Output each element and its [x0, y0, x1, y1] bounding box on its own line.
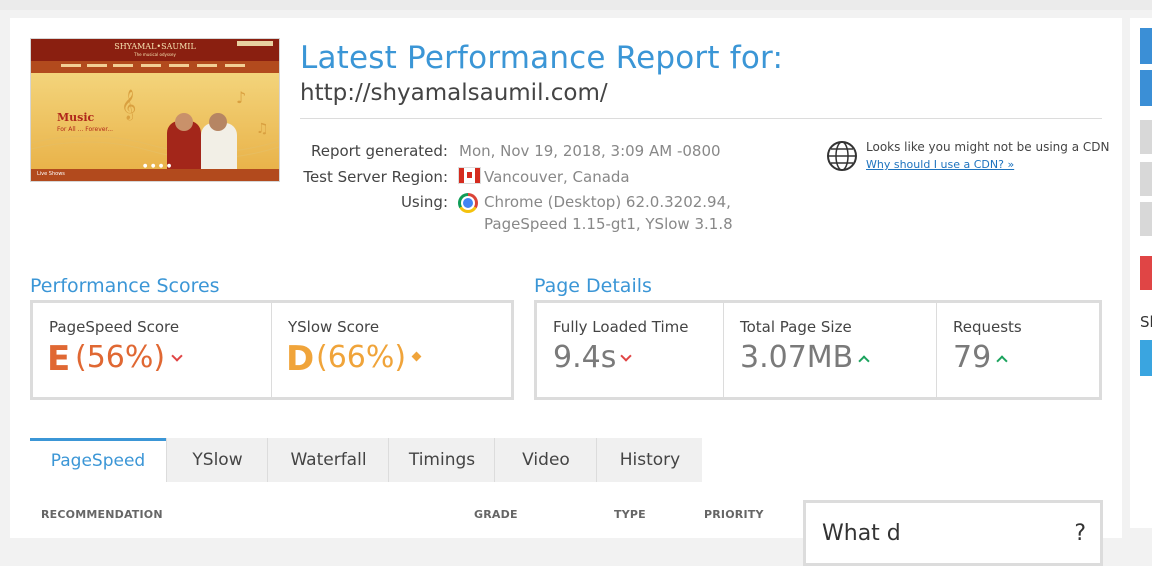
page-details-title: Page Details: [534, 275, 652, 297]
server-region-value: Vancouver, Canada: [484, 168, 630, 186]
requests-label: Requests: [953, 318, 1022, 336]
sidebar-button-2[interactable]: [1140, 70, 1152, 106]
header-divider: [300, 118, 1102, 119]
cdn-info-link[interactable]: Why should I use a CDN? »: [866, 158, 1014, 171]
fully-loaded-time-label: Fully Loaded Time: [553, 318, 689, 336]
site-screenshot-thumbnail: SHYAMAL•SAUMIL The musical odyssey 𝄞 ♪ ♫…: [30, 38, 280, 182]
yslow-score-label: YSlow Score: [288, 318, 380, 336]
column-header-priority[interactable]: PRIORITY: [704, 508, 764, 521]
browser-version: Chrome (Desktop) 62.0.3202.94,: [484, 193, 731, 211]
total-page-size-value: 3.07MB: [740, 340, 854, 375]
thumb-person-right-head: [209, 113, 227, 131]
chrome-icon: [458, 193, 478, 213]
pagespeed-score-card: PageSpeed Score E (56%): [33, 303, 271, 397]
thumb-person-left-head: [175, 113, 193, 131]
report-tabs: PageSpeed YSlow Waterfall Timings Video …: [30, 438, 702, 482]
sidebar-button-5[interactable]: [1140, 202, 1152, 236]
pagespeed-percent: (56%): [75, 340, 166, 375]
trend-up-icon: [996, 355, 1008, 367]
report-title: Latest Performance Report for:: [300, 40, 784, 76]
tool-versions: PageSpeed 1.15-gt1, YSlow 3.1.8: [484, 215, 733, 233]
globe-icon: [827, 141, 857, 171]
svg-text:♪: ♪: [236, 88, 246, 107]
tab-history[interactable]: History: [596, 438, 703, 482]
report-generated-value: Mon, Nov 19, 2018, 3:09 AM -0800: [459, 142, 721, 160]
twitter-share-button[interactable]: [1140, 340, 1152, 376]
total-page-size-label: Total Page Size: [740, 318, 852, 336]
trend-down-icon: [171, 350, 183, 362]
thumb-banner-heading: Music: [57, 111, 95, 124]
thumb-nav: [31, 61, 279, 73]
fully-loaded-time-card: Fully Loaded Time 9.4s: [537, 303, 723, 397]
sidebar-button-1[interactable]: [1140, 28, 1152, 64]
svg-text:𝄞: 𝄞: [121, 89, 136, 121]
trend-down-icon: [620, 350, 632, 362]
thumb-footer: Live Shows: [31, 169, 279, 181]
side-info-title: What d: [822, 521, 901, 546]
report-panel: SHYAMAL•SAUMIL The musical odyssey 𝄞 ♪ ♫…: [10, 18, 1122, 566]
pagespeed-grade: E: [47, 339, 71, 379]
sidebar-button-4[interactable]: [1140, 162, 1152, 196]
thumb-footer-label: Live Shows: [37, 171, 65, 177]
using-label: Using:: [400, 193, 448, 211]
thumb-subtitle: The musical odyssey: [134, 52, 176, 57]
report-generated-label: Report generated:: [310, 142, 448, 160]
server-region-label: Test Server Region:: [303, 168, 448, 186]
requests-value: 79: [953, 340, 992, 375]
tab-timings[interactable]: Timings: [388, 438, 495, 482]
thumb-search-box: [237, 41, 273, 46]
trend-up-icon: [858, 355, 870, 367]
svg-text:♫: ♫: [256, 121, 269, 137]
requests-card: Requests 79: [936, 303, 1100, 397]
fully-loaded-time-value: 9.4s: [553, 340, 617, 375]
yslow-percent: (66%): [316, 340, 407, 375]
column-header-recommendation[interactable]: RECOMMENDATION: [41, 508, 163, 521]
yslow-grade: D: [286, 339, 315, 379]
side-info-box: What d ?: [803, 500, 1103, 566]
side-info-question: ?: [1074, 521, 1086, 546]
cdn-warning: Looks like you might not be using a CDN: [866, 140, 1110, 154]
thumb-banner-tagline: For All ... Forever...: [57, 126, 114, 133]
pagespeed-score-label: PageSpeed Score: [49, 318, 180, 336]
performance-scores-title: Performance Scores: [30, 275, 220, 297]
thumb-header: SHYAMAL•SAUMIL The musical odyssey: [31, 39, 279, 61]
canada-flag-icon: [458, 167, 481, 184]
tab-waterfall[interactable]: Waterfall: [267, 438, 389, 482]
right-sidebar: Sh: [1130, 18, 1152, 528]
top-bar: [0, 0, 1152, 10]
performance-scores-box: PageSpeed Score E (56%) YSlow Score D (6…: [30, 300, 514, 400]
sidebar-share-label: Sh: [1140, 313, 1152, 331]
yslow-score-card: YSlow Score D (66%): [271, 303, 512, 397]
trend-neutral-icon: [411, 351, 422, 362]
page-details-box: Fully Loaded Time 9.4s Total Page Size 3…: [534, 300, 1102, 400]
sidebar-button-3[interactable]: [1140, 120, 1152, 154]
tab-video[interactable]: Video: [494, 438, 597, 482]
tab-pagespeed[interactable]: PageSpeed: [30, 438, 166, 482]
tab-yslow[interactable]: YSlow: [166, 438, 268, 482]
column-header-type[interactable]: TYPE: [614, 508, 646, 521]
total-page-size-card: Total Page Size 3.07MB: [723, 303, 937, 397]
sidebar-button-6[interactable]: [1140, 256, 1152, 290]
column-header-grade[interactable]: GRADE: [474, 508, 518, 521]
report-url: http://shyamalsaumil.com/: [300, 80, 608, 106]
thumb-banner: 𝄞 ♪ ♫ Music For All ... Forever...: [31, 73, 279, 171]
